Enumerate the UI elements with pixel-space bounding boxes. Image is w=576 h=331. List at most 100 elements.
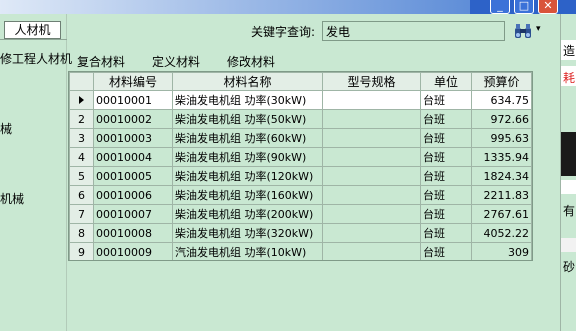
row-number[interactable]: 4 [69,147,94,167]
current-row-arrow-icon [79,95,84,104]
cell-price[interactable]: 2767.61 [471,204,532,224]
table-header-row: 材料编号 材料名称 型号规格 单位 预算价 [69,72,532,91]
cell-price[interactable]: 4052.22 [471,223,532,243]
search-bar: 关键字查询: ▾ [68,14,560,46]
right-panel-fragment-4: 砂 [563,260,576,274]
table-row[interactable]: 6 00010006 柴油发电机组 功率(160kW) 台班 2211.83 [69,185,532,205]
column-header-price[interactable]: 预算价 [471,72,532,91]
table-row[interactable]: 00010001 柴油发电机组 功率(30kW) 台班 634.75 [69,90,532,110]
cell-spec[interactable] [322,166,421,186]
column-header-spec[interactable]: 型号规格 [322,72,421,91]
title-bar-gradient [0,0,470,14]
cell-price[interactable]: 995.63 [471,128,532,148]
row-number[interactable]: 6 [69,185,94,205]
cell-name[interactable]: 柴油发电机组 功率(60kW) [172,128,323,148]
cell-unit[interactable]: 台班 [420,128,472,148]
row-number[interactable]: 8 [69,223,94,243]
cell-code[interactable]: 00010009 [93,242,173,260]
table-row[interactable]: 8 00010008 柴油发电机组 功率(320kW) 台班 4052.22 [69,223,532,243]
cell-name[interactable]: 柴油发电机组 功率(320kW) [172,223,323,243]
cell-name[interactable]: 汽油发电机组 功率(10kW) [172,242,323,260]
cell-price[interactable]: 309 [471,242,532,260]
column-header-code[interactable]: 材料编号 [93,72,173,91]
cell-unit[interactable]: 台班 [420,109,472,129]
edit-material-button[interactable]: 修改材料 [227,53,275,70]
cell-price[interactable]: 634.75 [471,90,532,110]
row-number[interactable]: 3 [69,128,94,148]
cell-name[interactable]: 柴油发电机组 功率(90kW) [172,147,323,167]
close-button[interactable]: ✕ [538,0,558,14]
right-panel-fragment-1: 造 [563,44,576,58]
cell-name[interactable]: 柴油发电机组 功率(200kW) [172,204,323,224]
cell-name[interactable]: 柴油发电机组 功率(50kW) [172,109,323,129]
cell-spec[interactable] [322,128,421,148]
cell-code[interactable]: 00010001 [93,90,173,110]
cell-spec[interactable] [322,185,421,205]
cell-spec[interactable] [322,109,421,129]
cell-unit[interactable]: 台班 [420,90,472,110]
table-row[interactable]: 7 00010007 柴油发电机组 功率(200kW) 台班 2767.61 [69,204,532,224]
cell-spec[interactable] [322,90,421,110]
material-grid: 材料编号 材料名称 型号规格 单位 预算价 00010001 柴油发电机组 功率… [68,71,533,261]
cell-unit[interactable]: 台班 [420,242,472,260]
right-panel-white-strip [561,180,576,194]
right-panel-fragment-2: 耗 [563,71,576,85]
row-number[interactable]: 9 [69,242,94,260]
search-input[interactable] [322,21,505,41]
cell-name[interactable]: 柴油发电机组 功率(30kW) [172,90,323,110]
table-row[interactable]: 5 00010005 柴油发电机组 功率(120kW) 台班 1824.34 [69,166,532,186]
row-number[interactable]: 2 [69,109,94,129]
tab-resources[interactable]: 人材机 [4,21,61,39]
cell-spec[interactable] [322,147,421,167]
row-indicator-header [69,72,94,91]
cell-price[interactable]: 1335.94 [471,147,532,167]
cell-price[interactable]: 1824.34 [471,166,532,186]
cell-unit[interactable]: 台班 [420,166,472,186]
cell-code[interactable]: 00010008 [93,223,173,243]
tree-item-machinery-partial[interactable]: 械 [0,120,12,137]
row-number[interactable]: 7 [69,204,94,224]
cell-code[interactable]: 00010004 [93,147,173,167]
right-panel-light-strip [561,238,576,252]
title-bar: _ □ ✕ [0,0,576,14]
cell-unit[interactable]: 台班 [420,204,472,224]
binoculars-icon[interactable] [514,23,532,39]
define-material-button[interactable]: 定义材料 [152,53,200,70]
table-row[interactable]: 3 00010003 柴油发电机组 功率(60kW) 台班 995.63 [69,128,532,148]
chevron-down-icon[interactable]: ▾ [536,24,541,34]
cell-spec[interactable] [322,223,421,243]
column-header-unit[interactable]: 单位 [420,72,472,91]
right-panel-dark-block [561,132,576,176]
material-toolbar: 复合材料 定义材料 修改材料 [68,50,560,70]
cell-spec[interactable] [322,204,421,224]
row-selector[interactable] [69,90,94,110]
left-panel: 人材机 修工程人材机 械 机械 [0,14,72,331]
right-panel-fragment-3: 有 [563,204,576,218]
cell-code[interactable]: 00010006 [93,185,173,205]
right-panel: 造 耗 有 砂 [560,14,576,331]
grid-side-area [533,71,560,261]
cell-price[interactable]: 972.66 [471,109,532,129]
cell-unit[interactable]: 台班 [420,185,472,205]
maximize-button[interactable]: □ [514,0,534,14]
cell-code[interactable]: 00010005 [93,166,173,186]
material-table: 材料编号 材料名称 型号规格 单位 预算价 00010001 柴油发电机组 功率… [69,72,532,260]
tree-item-machinery[interactable]: 机械 [0,190,24,207]
table-row[interactable]: 9 00010009 汽油发电机组 功率(10kW) 台班 309 [69,242,532,260]
cell-unit[interactable]: 台班 [420,223,472,243]
tree-item-project-resources[interactable]: 修工程人材机 [0,50,72,67]
cell-name[interactable]: 柴油发电机组 功率(160kW) [172,185,323,205]
cell-code[interactable]: 00010002 [93,109,173,129]
composite-material-button[interactable]: 复合材料 [77,53,125,70]
minimize-button[interactable]: _ [490,0,510,14]
cell-spec[interactable] [322,242,421,260]
cell-code[interactable]: 00010007 [93,204,173,224]
row-number[interactable]: 5 [69,166,94,186]
table-row[interactable]: 4 00010004 柴油发电机组 功率(90kW) 台班 1335.94 [69,147,532,167]
cell-price[interactable]: 2211.83 [471,185,532,205]
table-row[interactable]: 2 00010002 柴油发电机组 功率(50kW) 台班 972.66 [69,109,532,129]
cell-code[interactable]: 00010003 [93,128,173,148]
column-header-name[interactable]: 材料名称 [172,72,323,91]
cell-unit[interactable]: 台班 [420,147,472,167]
cell-name[interactable]: 柴油发电机组 功率(120kW) [172,166,323,186]
